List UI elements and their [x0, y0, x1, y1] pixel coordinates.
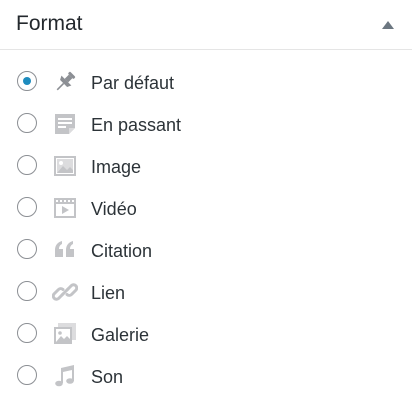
radio-gallery[interactable]	[17, 323, 37, 343]
radio-quote[interactable]	[17, 239, 37, 259]
panel-header: Format	[0, 0, 412, 50]
format-option-aside[interactable]: En passant	[0, 104, 412, 146]
format-radio-list: Par défaut En passant Image Vidéo Citati…	[0, 62, 412, 398]
radio-standard[interactable]	[17, 71, 37, 91]
format-label: En passant	[91, 115, 182, 135]
format-option-link[interactable]: Lien	[0, 272, 412, 314]
radio-image[interactable]	[17, 155, 37, 175]
radio-audio[interactable]	[17, 365, 37, 385]
format-option-video[interactable]: Vidéo	[0, 188, 412, 230]
radio-link[interactable]	[17, 281, 37, 301]
format-label: Par défaut	[91, 73, 175, 93]
pushpin-icon	[52, 69, 78, 95]
toggle-panel-button[interactable]	[376, 13, 400, 37]
format-option-audio[interactable]: Son	[0, 356, 412, 398]
format-label: Son	[91, 367, 124, 387]
format-label: Lien	[91, 283, 126, 303]
video-icon	[52, 195, 78, 221]
gallery-icon	[52, 321, 78, 347]
format-option-standard[interactable]: Par défaut	[0, 62, 412, 104]
music-note-icon	[52, 363, 78, 389]
quote-icon	[52, 237, 78, 263]
format-option-image[interactable]: Image	[0, 146, 412, 188]
image-icon	[52, 153, 78, 179]
triangle-up-icon	[382, 21, 394, 29]
panel-title: Format	[16, 12, 83, 35]
format-label: Image	[91, 157, 142, 177]
radio-video[interactable]	[17, 197, 37, 217]
format-label: Citation	[91, 241, 153, 261]
format-panel: Format Par défaut En passant Image Vidéo…	[0, 0, 412, 405]
format-option-gallery[interactable]: Galerie	[0, 314, 412, 356]
link-icon	[52, 279, 78, 305]
aside-note-icon	[52, 111, 78, 137]
format-option-quote[interactable]: Citation	[0, 230, 412, 272]
format-label: Vidéo	[91, 199, 137, 219]
radio-aside[interactable]	[17, 113, 37, 133]
format-label: Galerie	[91, 325, 150, 345]
